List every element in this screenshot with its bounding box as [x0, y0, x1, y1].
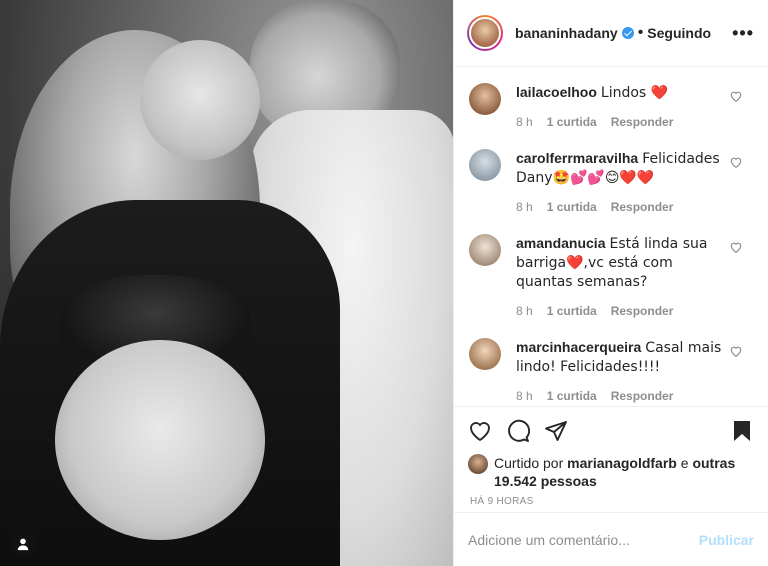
comment-likes[interactable]: 1 curtida — [547, 302, 597, 320]
action-bar — [454, 406, 768, 454]
save-bookmark-icon[interactable] — [730, 419, 754, 443]
comment-time[interactable]: 8 h — [516, 113, 533, 131]
add-comment-bar: Adicione um comentário... Publicar — [454, 512, 768, 566]
publish-button[interactable]: Publicar — [699, 532, 754, 548]
like-heart-icon[interactable] — [468, 419, 492, 443]
verified-badge-icon — [621, 27, 634, 39]
reply-button[interactable]: Responder — [611, 198, 674, 216]
comments-list[interactable]: lailacoelhoo Lindos ❤️ 8 h 1 curtida Resp… — [454, 67, 768, 406]
comment-username[interactable]: lailacoelhoo — [516, 84, 597, 100]
reply-button[interactable]: Responder — [611, 387, 674, 405]
comment-like-icon[interactable] — [729, 240, 743, 254]
more-options-icon[interactable]: ••• — [732, 23, 754, 44]
likes-prefix: Curtido por — [494, 455, 564, 471]
comment-like-icon[interactable] — [729, 344, 743, 358]
comment-username[interactable]: marcinhacerqueira — [516, 339, 641, 355]
liker-avatar[interactable] — [468, 454, 488, 474]
reply-button[interactable]: Responder — [611, 302, 674, 320]
comment-item: lailacoelhoo Lindos ❤️ 8 h 1 curtida Resp… — [454, 79, 768, 131]
comment-likes[interactable]: 1 curtida — [547, 198, 597, 216]
post-sidebar: bananinhadany • Seguindo ••• lailacoelho… — [453, 0, 768, 566]
author-avatar[interactable] — [467, 15, 503, 51]
reply-button[interactable]: Responder — [611, 113, 674, 131]
comment-username[interactable]: amandanucia — [516, 235, 605, 251]
comment-like-icon[interactable] — [729, 89, 743, 103]
photo-woman-face — [140, 40, 260, 160]
author-username[interactable]: bananinhadany — [515, 25, 618, 41]
separator-dot: • — [637, 24, 644, 41]
post-photo[interactable] — [0, 0, 453, 566]
post-header: bananinhadany • Seguindo ••• — [454, 0, 768, 67]
comment-text: Lindos ❤️ — [600, 85, 669, 101]
comment-avatar[interactable] — [469, 149, 501, 181]
comment-input[interactable]: Adicione um comentário... — [468, 532, 699, 548]
comment-avatar[interactable] — [469, 234, 501, 266]
comment-like-icon[interactable] — [729, 155, 743, 169]
comment-likes[interactable]: 1 curtida — [547, 387, 597, 405]
photo-belly — [55, 340, 265, 540]
comment-time[interactable]: 8 h — [516, 387, 533, 405]
comment-likes[interactable]: 1 curtida — [547, 113, 597, 131]
liker-username[interactable]: marianagoldfarb — [567, 455, 677, 471]
instagram-post: bananinhadany • Seguindo ••• lailacoelho… — [0, 0, 768, 566]
comment-time[interactable]: 8 h — [516, 302, 533, 320]
post-timestamp[interactable]: HÁ 9 HORAS — [454, 490, 768, 512]
comment-item: carolferrmaravilha Felicidades Dany🤩💕💕😊❤️… — [454, 145, 768, 216]
likes-summary: Curtido por marianagoldfarb e outras 19.… — [454, 454, 768, 490]
comment-username[interactable]: carolferrmaravilha — [516, 150, 638, 166]
comment-time[interactable]: 8 h — [516, 198, 533, 216]
comment-bubble-icon[interactable] — [506, 419, 530, 443]
likes-connector: e — [680, 455, 689, 471]
share-send-icon[interactable] — [544, 419, 568, 443]
following-button[interactable]: Seguindo — [647, 25, 711, 41]
user-tag-icon[interactable] — [9, 530, 37, 558]
comment-item: amandanucia Está linda sua barriga❤️,vc e… — [454, 230, 768, 320]
comment-avatar[interactable] — [469, 83, 501, 115]
comment-item: marcinhacerqueira Casal mais lindo! Felic… — [454, 334, 768, 405]
comment-avatar[interactable] — [469, 338, 501, 370]
